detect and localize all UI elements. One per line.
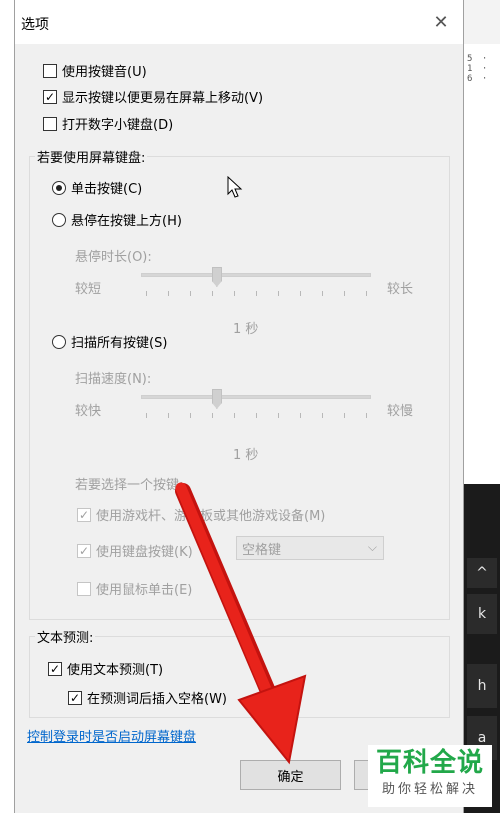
radio-label: 悬停在按键上方(H) [71,214,182,229]
checkbox-box[interactable] [43,63,57,78]
numeric-keypad-checkbox[interactable]: 打开数字小键盘(D) [43,114,173,133]
hover-duration-label: 悬停时长(O): [75,250,152,265]
radio-label: 扫描所有按键(S) [71,336,168,351]
hover-max-label: 较长 [387,282,414,297]
slider-tick [234,291,235,296]
checkbox-label: 使用键盘按键(K) [96,545,193,560]
mouse-cursor-icon [227,176,243,198]
slider-tick [146,291,147,296]
select-value: 空格键 [242,542,282,558]
watermark-sub: 助你轻松解决 [381,782,478,797]
checkbox-label: 使用文本预测(T) [67,663,164,678]
checkbox-label: 使用游戏杆、游戏板或其他游戏设备(M) [96,509,326,524]
checkbox-label: 使用按键音(U) [62,65,147,80]
checkbox-label: 打开数字小键盘(D) [62,118,174,133]
checkbox-label: 在预测词后插入空格(W) [87,692,227,707]
background-document [463,44,500,484]
slider-tick [300,291,301,296]
slider-tick [256,291,257,296]
scan-speed-slider-track[interactable] [141,395,371,399]
slider-tick [256,413,257,418]
slider-tick [300,413,301,418]
keyboard-key[interactable]: h [467,664,497,708]
scan-min-label: 较快 [75,404,102,419]
keyboard-key-select[interactable]: 空格键 ⌵ [236,536,384,560]
slider-tick [146,413,147,418]
ok-button[interactable]: 确定 [240,760,341,790]
dialog-title: 选项 [21,17,49,33]
checkbox-label: 使用鼠标单击(E) [96,583,193,598]
use-keyboard-key-checkbox[interactable]: ✓ 使用键盘按键(K) [77,541,193,560]
slider-tick [190,291,191,296]
radio-label: 单击按键(C) [71,182,143,197]
select-key-label: 若要选择一个按键: [75,478,184,493]
checkbox-box[interactable]: ✓ [48,661,62,676]
hover-keys-radio[interactable]: 悬停在按键上方(H) [52,210,182,229]
text-prediction-group-label: 文本预测: [35,627,96,646]
slider-tick [278,291,279,296]
slider-tick [212,291,213,296]
close-button[interactable]: ✕ [419,0,463,44]
use-click-sound-checkbox[interactable]: 使用按键音(U) [43,61,147,80]
hover-duration-slider-track[interactable] [141,273,371,277]
checkbox-box[interactable]: ✓ [43,89,57,104]
keyboard-key[interactable]: k [467,594,497,634]
use-joystick-checkbox[interactable]: ✓ 使用游戏杆、游戏板或其他游戏设备(M) [77,505,325,524]
options-dialog: 选项 ✕ 使用按键音(U) ✓ 显示按键以便更易在屏幕上移动(V) 打开数字小键… [14,0,464,813]
slider-tick [190,413,191,418]
scan-speed-label: 扫描速度(N): [75,372,152,387]
slider-tick [168,413,169,418]
insert-space-checkbox[interactable]: ✓ 在预测词后插入空格(W) [68,688,227,707]
watermark-logo: 百科全说 助你轻松解决 [368,745,492,807]
chevron-down-icon: ⌵ [367,540,377,554]
slider-tick [366,291,367,296]
click-keys-radio[interactable]: 单击按键(C) [52,178,142,197]
usage-group-label: 若要使用屏幕键盘: [35,147,148,166]
slider-tick [344,413,345,418]
slider-tick [278,413,279,418]
scan-max-label: 较慢 [387,404,414,419]
login-startup-link[interactable]: 控制登录时是否启动屏幕键盘 [27,726,196,745]
slider-tick [168,291,169,296]
checkbox-box[interactable]: ✓ [68,690,82,705]
scan-value-label: 1 秒 [233,448,259,463]
slider-tick [212,413,213,418]
background-ruler: 5 · 1 · 6 · [467,54,490,84]
watermark-main: 百科全说 [375,748,484,778]
slider-tick [344,291,345,296]
title-bar: 选项 ✕ [15,0,463,44]
show-keys-move-checkbox[interactable]: ✓ 显示按键以便更易在屏幕上移动(V) [43,87,263,106]
slider-tick [366,413,367,418]
checkbox-box[interactable]: ✓ [77,507,91,522]
scan-keys-radio[interactable]: 扫描所有按键(S) [52,332,167,351]
use-mouse-click-checkbox[interactable]: 使用鼠标单击(E) [77,579,192,598]
checkbox-label: 显示按键以便更易在屏幕上移动(V) [62,91,264,106]
slider-tick [234,413,235,418]
slider-tick [322,291,323,296]
radio-circle[interactable] [52,180,66,195]
checkbox-box[interactable] [43,116,57,131]
slider-tick [322,413,323,418]
checkbox-box[interactable] [77,581,91,596]
scan-speed-ticks [146,413,367,419]
hover-duration-ticks [146,291,367,297]
radio-circle[interactable] [52,334,66,349]
hover-value-label: 1 秒 [233,322,259,337]
radio-circle[interactable] [52,212,66,227]
hover-min-label: 较短 [75,282,102,297]
keyboard-key[interactable]: ^ [467,558,497,588]
use-text-prediction-checkbox[interactable]: ✓ 使用文本预测(T) [48,659,163,678]
checkbox-box[interactable]: ✓ [77,543,91,558]
close-icon: ✕ [433,11,449,33]
